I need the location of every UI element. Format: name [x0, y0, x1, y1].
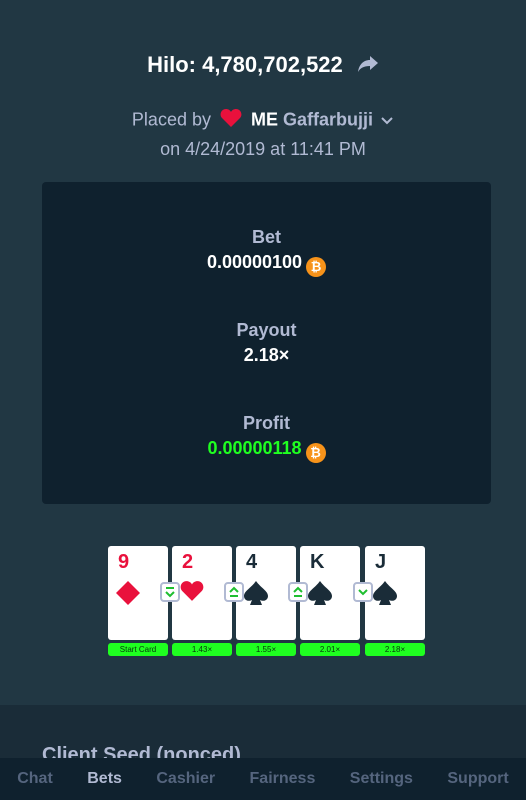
bet-title: Hilo: 4,780,702,522 [147, 52, 343, 77]
higher-or-same-icon [224, 582, 244, 602]
nav-fairness[interactable]: Fairness [250, 770, 316, 788]
placed-by-prefix: Placed by [131, 109, 211, 130]
card-multiplier: 1.43× [172, 643, 232, 656]
bitcoin-icon: ₿ [306, 257, 327, 277]
nav-settings[interactable]: Settings [350, 770, 413, 788]
profit-amount: 0.00000118 [207, 438, 302, 458]
card-multiplier: 2.01× [300, 643, 360, 656]
diamond-icon [115, 580, 141, 611]
card-rank: K [310, 551, 325, 573]
spade-icon [307, 580, 333, 611]
chevron-down-icon[interactable] [380, 110, 394, 131]
playing-card: 2 [172, 546, 232, 640]
playing-card: 9 [108, 546, 168, 640]
profit-value-row: 0.00000118 ₿ [42, 438, 491, 463]
placed-by-row: Placed by ME Gaffarbujji [0, 108, 526, 133]
lower-or-same-icon [353, 582, 373, 602]
card-rank: 2 [182, 551, 194, 573]
payout-stat: Payout 2.18× [42, 320, 491, 366]
nav-chat[interactable]: Chat [17, 770, 53, 788]
higher-or-same-icon [288, 582, 308, 602]
card-rank: J [375, 551, 387, 573]
profit-stat: Profit 0.00000118 ₿ [42, 413, 491, 463]
heart-icon [180, 580, 204, 607]
lower-or-same-icon [160, 582, 180, 602]
bet-stat: Bet 0.00000100 ₿ [42, 227, 491, 277]
card-multiplier: 2.18× [365, 643, 425, 656]
card-multiplier: Start Card [108, 643, 168, 656]
spade-icon [372, 580, 398, 611]
nav-bets[interactable]: Bets [87, 770, 122, 788]
spade-icon [243, 580, 269, 611]
playing-card: K [300, 546, 360, 640]
share-icon[interactable] [357, 53, 379, 79]
stats-panel: Bet 0.00000100 ₿ Payout 2.18× Profit 0.00… [42, 182, 491, 504]
card-multiplier: 1.55× [236, 643, 296, 656]
bet-label: Bet [251, 227, 281, 247]
playing-card: 4 [236, 546, 296, 640]
bet-title-row: Hilo: 4,780,702,522 [0, 52, 526, 79]
card-rank: 9 [118, 551, 130, 573]
nav-cashier[interactable]: Cashier [156, 770, 215, 788]
bottom-nav: Chat Bets Cashier Fairness Settings Supp… [0, 758, 526, 800]
nav-support[interactable]: Support [447, 770, 508, 788]
profit-label: Profit [243, 413, 290, 433]
bet-value-row: 0.00000100 ₿ [42, 252, 491, 277]
heart-icon [220, 108, 242, 133]
card-rank: 4 [246, 551, 258, 573]
bet-amount: 0.00000100 [206, 252, 303, 272]
payout-label: Payout [236, 320, 297, 340]
username-link[interactable]: Gaffarbujji [283, 109, 373, 129]
bitcoin-icon: ₿ [305, 443, 326, 463]
playing-card: J [365, 546, 425, 640]
user-tag: ME [251, 109, 279, 130]
bet-details-modal: Hilo: 4,780,702,522 Placed by ME Gaffarb… [0, 0, 526, 705]
bet-date: on 4/24/2019 at 11:41 PM [160, 139, 366, 159]
card-history: 9 Start Card 2 1.43× 4 1.55× K 2.01× J 2… [108, 546, 428, 661]
payout-value: 2.18× [243, 345, 290, 365]
